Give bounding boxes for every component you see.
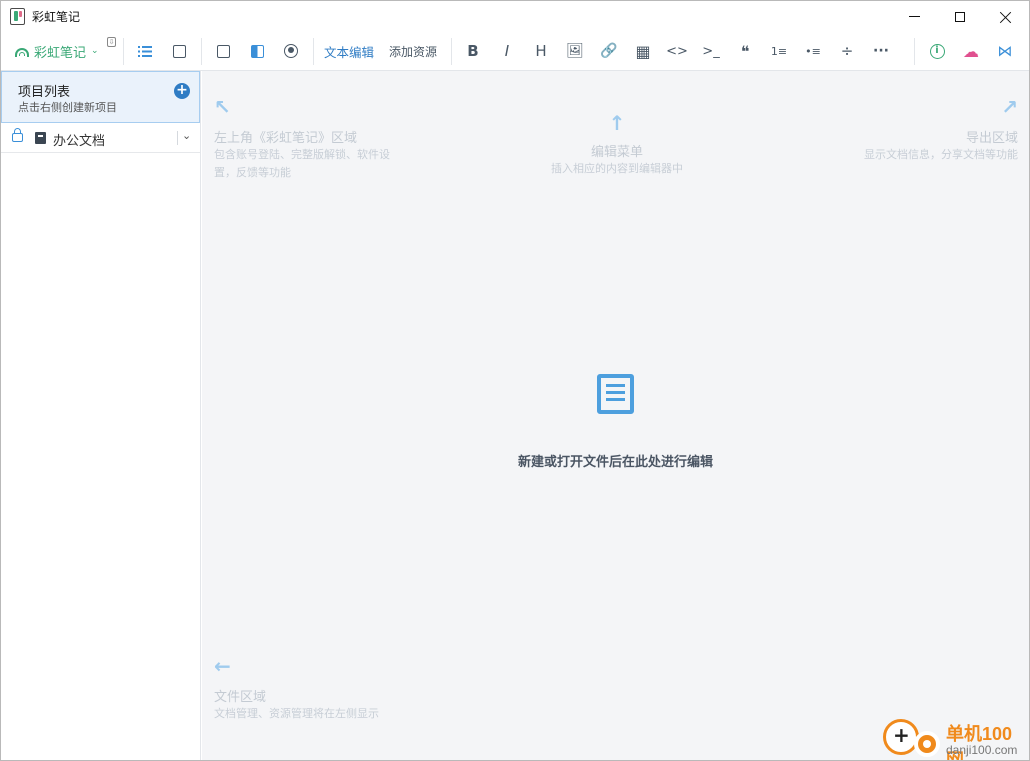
watermark-url: danji100.com <box>946 743 1018 757</box>
add-project-button[interactable]: + <box>174 83 190 99</box>
share-icon: ⋈ <box>997 42 1013 60</box>
editor-area: ↖ 左上角《彩虹笔记》区域 包含账号登陆、完整版解锁、软件设置，反馈等功能 ↑ … <box>202 71 1029 760</box>
terminal-icon: >_ <box>702 43 720 59</box>
code-block-button[interactable]: >_ <box>696 32 726 70</box>
divider-button[interactable]: ÷ <box>832 32 862 70</box>
split-view-icon <box>250 44 264 58</box>
brand-menu-button[interactable]: 彩虹笔记 ⌄ ⇩ <box>15 32 121 70</box>
hint-title: 文件区域 <box>214 690 267 705</box>
ordered-list-icon: 1≡ <box>770 44 788 58</box>
item-divider <box>177 131 178 145</box>
insert-link-button[interactable]: 🔗 <box>594 32 624 70</box>
maximize-button[interactable] <box>937 1 983 32</box>
toolbar-divider <box>201 38 202 65</box>
watermark-dot-icon <box>914 731 940 757</box>
toolbar-divider <box>313 38 314 65</box>
more-button[interactable]: ··· <box>866 32 896 70</box>
code-icon: <> <box>666 43 688 59</box>
outline-list-icon <box>138 45 152 57</box>
project-sidebar: 项目列表 点击右侧创建新项目 + 办公文档 ⌄ <box>1 71 201 760</box>
watermark-logo-icon <box>883 719 919 755</box>
toolbar-divider <box>451 38 452 65</box>
arrow-up-left-icon: ↖ <box>214 95 231 119</box>
focus-mode-icon <box>172 44 186 58</box>
tab-text-edit[interactable]: 文本编辑 <box>324 32 374 70</box>
hint-description: 包含账号登陆、完整版解锁、软件设置，反馈等功能 <box>214 148 390 179</box>
heading-button[interactable]: H <box>526 32 556 70</box>
hint-title: 左上角《彩虹笔记》区域 <box>214 131 358 146</box>
hint-bottom-left: ← 文件区域 文档管理、资源管理将在左侧显示 <box>214 654 414 723</box>
preview-button[interactable] <box>276 32 306 70</box>
link-icon: 🔗 <box>600 43 618 59</box>
hint-description: 插入相应的内容到编辑器中 <box>551 162 683 175</box>
unordered-list-button[interactable]: •≡ <box>798 32 828 70</box>
hint-top-center: ↑ 编辑菜单 插入相应的内容到编辑器中 <box>532 111 702 178</box>
project-item-office-docs[interactable]: 办公文档 ⌄ <box>1 123 200 153</box>
minimize-button[interactable] <box>891 1 937 32</box>
quote-icon: ❝ <box>740 41 750 61</box>
chevron-down-icon: ⌄ <box>91 46 99 56</box>
insert-image-button[interactable]: 🖼 <box>560 32 590 70</box>
upload-button[interactable]: ☁ <box>956 32 986 70</box>
hint-description: 文档管理、资源管理将在左侧显示 <box>214 707 379 720</box>
toolbar-divider <box>914 38 915 65</box>
notebook-icon <box>35 132 46 144</box>
italic-button[interactable]: I <box>492 32 522 70</box>
quote-button[interactable]: ❝ <box>730 32 760 70</box>
info-icon: i <box>929 43 945 59</box>
share-button[interactable]: ⋈ <box>990 32 1020 70</box>
ordered-list-button[interactable]: 1≡ <box>764 32 794 70</box>
chevron-down-icon[interactable]: ⌄ <box>182 129 191 142</box>
image-icon: 🖼 <box>566 43 584 59</box>
split-view-button[interactable] <box>242 32 272 70</box>
project-list-header[interactable]: 项目列表 点击右侧创建新项目 + <box>1 71 200 123</box>
hint-top-right: ↗ 导出区域 显示文档信息，分享文档等功能 <box>842 95 1018 164</box>
project-item-label: 办公文档 <box>53 134 106 149</box>
app-window: 彩虹笔记 彩虹笔记 ⌄ ⇩ 文本编辑 添加资源 B I H 🖼 🔗 ▦ <> >… <box>0 0 1030 761</box>
arrow-left-icon: ← <box>214 654 231 678</box>
tab-add-resource[interactable]: 添加资源 <box>389 32 437 70</box>
minimize-icon <box>908 16 920 17</box>
inline-code-button[interactable]: <> <box>662 32 692 70</box>
hint-title: 导出区域 <box>965 131 1018 146</box>
italic-icon: I <box>504 42 510 60</box>
divider-icon: ÷ <box>840 42 854 60</box>
project-list-title: 项目列表 <box>18 85 71 100</box>
heading-icon: H <box>535 42 547 60</box>
more-icon: ··· <box>873 43 889 59</box>
unlock-icon[interactable] <box>12 128 23 142</box>
edit-icon <box>216 44 230 58</box>
empty-document-icon <box>597 374 634 414</box>
arrow-up-icon: ↑ <box>608 111 626 135</box>
close-button[interactable] <box>983 1 1029 32</box>
window-title: 彩虹笔记 <box>32 10 81 24</box>
arrow-up-right-icon: ↗ <box>1001 95 1018 119</box>
title-bar: 彩虹笔记 <box>1 1 1029 32</box>
site-watermark: 单机100网 danji100.com <box>880 717 1029 760</box>
app-logo-icon <box>10 8 25 25</box>
focus-mode-button[interactable] <box>164 32 194 70</box>
close-icon <box>1000 11 1012 23</box>
document-info-button[interactable]: i <box>922 32 952 70</box>
brand-label: 彩虹笔记 <box>34 45 87 61</box>
rainbow-icon <box>15 47 29 57</box>
unlock-badge-icon: ⇩ <box>107 37 116 47</box>
cloud-upload-icon: ☁ <box>963 41 979 61</box>
bold-icon: B <box>467 42 479 60</box>
table-icon: ▦ <box>635 41 651 61</box>
hint-title: 编辑菜单 <box>590 145 643 160</box>
hint-top-left: ↖ 左上角《彩虹笔记》区域 包含账号登陆、完整版解锁、软件设置，反馈等功能 <box>214 95 394 182</box>
unordered-list-icon: •≡ <box>805 44 821 58</box>
editor-toolbar: 彩虹笔记 ⌄ ⇩ 文本编辑 添加资源 B I H 🖼 🔗 ▦ <> >_ ❝ 1… <box>1 32 1029 71</box>
toolbar-divider <box>123 38 124 65</box>
project-list-subtitle: 点击右侧创建新项目 <box>18 101 117 114</box>
bold-button[interactable]: B <box>458 32 488 70</box>
maximize-icon <box>955 11 965 22</box>
edit-mode-button[interactable] <box>208 32 238 70</box>
insert-table-button[interactable]: ▦ <box>628 32 658 70</box>
hint-description: 显示文档信息，分享文档等功能 <box>864 148 1018 161</box>
preview-icon <box>284 44 298 58</box>
outline-button[interactable] <box>130 32 160 70</box>
empty-state-message: 新建或打开文件后在此处进行编辑 <box>517 455 713 470</box>
